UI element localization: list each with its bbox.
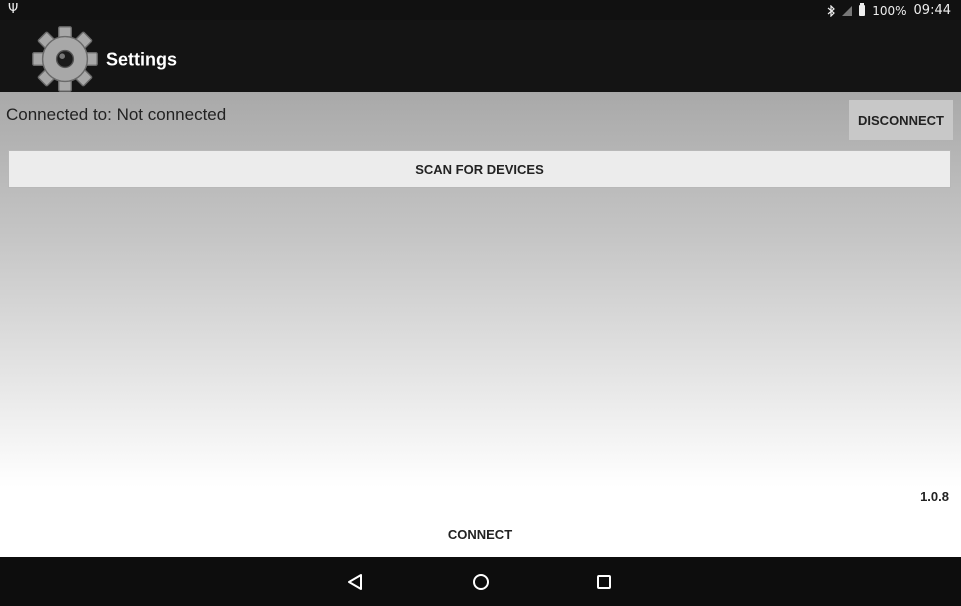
back-icon (348, 573, 362, 590)
screen: Ψ 100% 09:44 Settings Connected to: Not … (0, 0, 961, 606)
recents-button[interactable] (574, 557, 634, 606)
page-title: Settings (106, 49, 178, 70)
signal-icon (842, 5, 853, 16)
scan-for-devices-button[interactable]: SCAN FOR DEVICES (8, 150, 951, 188)
connect-button[interactable]: CONNECT (430, 516, 530, 552)
battery-icon (859, 3, 866, 16)
version-label: 1.0.8 (920, 489, 949, 504)
status-icons: 100% 09:44 (827, 3, 951, 18)
content-area: Connected to: Not connected DISCONNECT S… (0, 92, 961, 557)
disconnect-button[interactable]: DISCONNECT (849, 100, 953, 140)
clock: 09:44 (913, 3, 951, 18)
connection-status-label: Connected to: Not connected (6, 105, 227, 124)
navigation-bar (0, 557, 961, 606)
status-bar: Ψ 100% 09:44 (0, 0, 961, 20)
action-bar: Settings (0, 20, 961, 92)
gear-icon[interactable] (30, 24, 100, 94)
home-button[interactable] (451, 557, 511, 606)
usb-icon: Ψ (8, 2, 19, 17)
bluetooth-icon (827, 4, 836, 17)
recents-icon (597, 574, 611, 589)
home-icon (473, 573, 489, 590)
battery-percent: 100% (872, 3, 907, 18)
back-button[interactable] (325, 557, 385, 606)
